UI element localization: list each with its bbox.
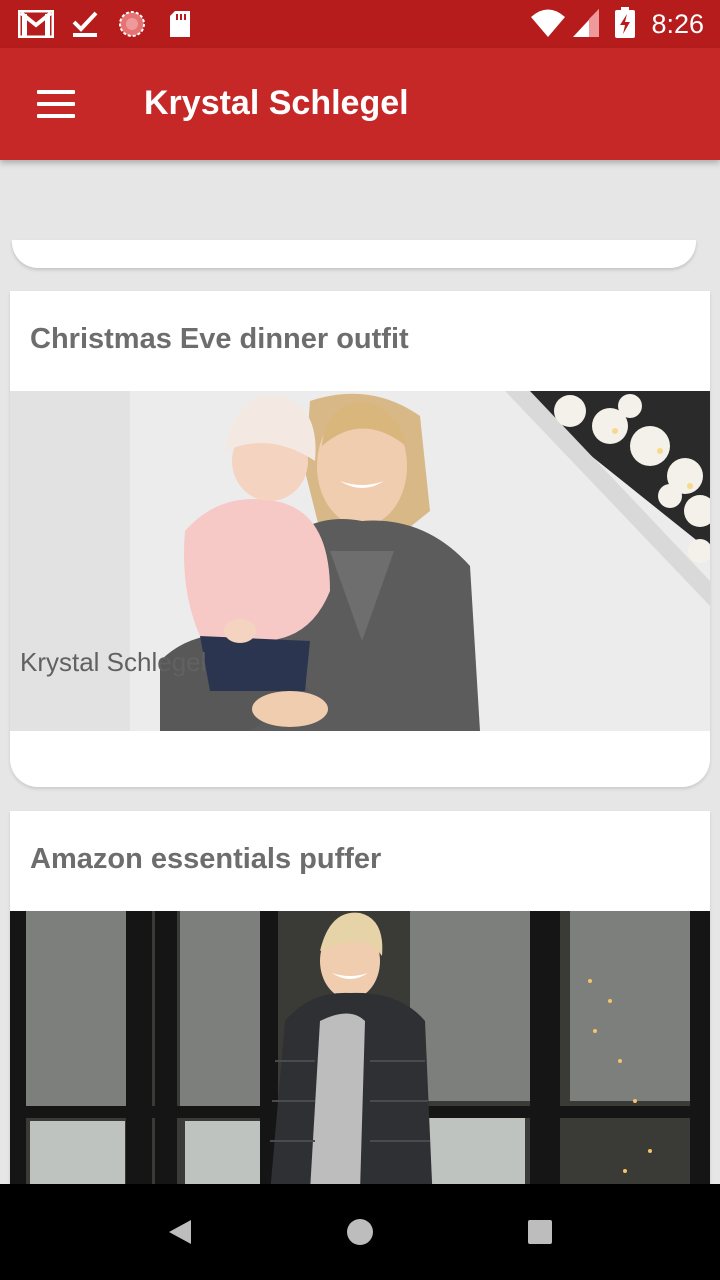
back-icon[interactable] xyxy=(156,1208,204,1256)
previous-post-card[interactable] xyxy=(12,240,696,268)
post-card[interactable]: Amazon essentials puffer xyxy=(10,811,710,1184)
gmail-icon xyxy=(17,9,55,43)
post-title: Amazon essentials puffer xyxy=(30,843,382,875)
page-title: Krystal Schlegel xyxy=(144,84,409,122)
post-author: Krystal Schlegel xyxy=(20,647,207,677)
wifi-icon xyxy=(530,8,566,43)
woman-holding-baby-photo[interactable] xyxy=(10,391,710,731)
woman-in-puffer-jacket-photo[interactable] xyxy=(10,911,710,1184)
clock: 8:26 xyxy=(651,9,704,39)
home-icon[interactable] xyxy=(336,1208,384,1256)
post-title: Christmas Eve dinner outfit xyxy=(30,323,409,355)
recents-icon[interactable] xyxy=(516,1208,564,1256)
sd-card-icon xyxy=(168,10,192,43)
hamburger-menu-icon[interactable] xyxy=(20,68,92,140)
system-nav-bar xyxy=(0,1184,720,1280)
status-bar: 8:26 xyxy=(0,0,720,48)
sync-icon xyxy=(118,10,146,43)
battery-charging-icon xyxy=(614,7,636,44)
signal-icon xyxy=(572,8,600,43)
check-icon xyxy=(72,10,98,43)
post-feed[interactable]: Christmas Eve dinner outfit Krystal Schl… xyxy=(0,160,720,1184)
app-bar: Krystal Schlegel xyxy=(0,48,720,160)
post-card[interactable]: Christmas Eve dinner outfit Krystal Schl… xyxy=(10,291,710,787)
